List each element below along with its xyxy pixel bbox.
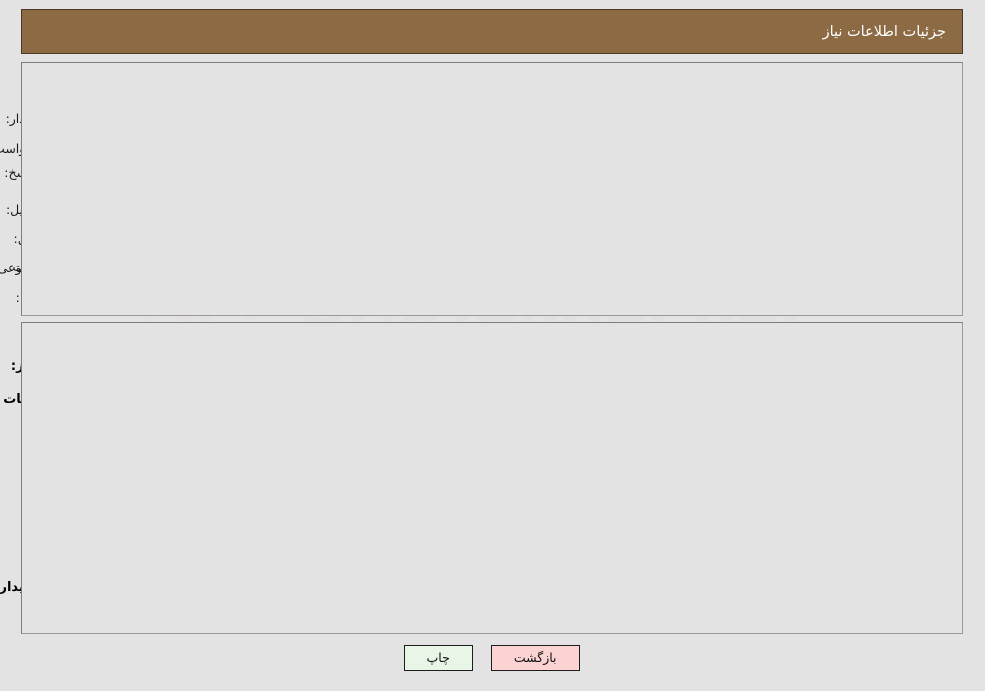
need-summary-panel	[22, 62, 964, 316]
back-button[interactable]: بازگشت	[491, 645, 581, 671]
need-details-page: AriaTender.net جزئیات اطلاعات نیاز شماره…	[0, 0, 985, 691]
need-detail-panel	[22, 322, 964, 634]
page-header: جزئیات اطلاعات نیاز	[22, 9, 964, 54]
page-title: جزئیات اطلاعات نیاز	[823, 23, 947, 40]
action-buttons: بازگشت چاپ	[0, 645, 985, 671]
print-button[interactable]: چاپ	[404, 645, 474, 671]
